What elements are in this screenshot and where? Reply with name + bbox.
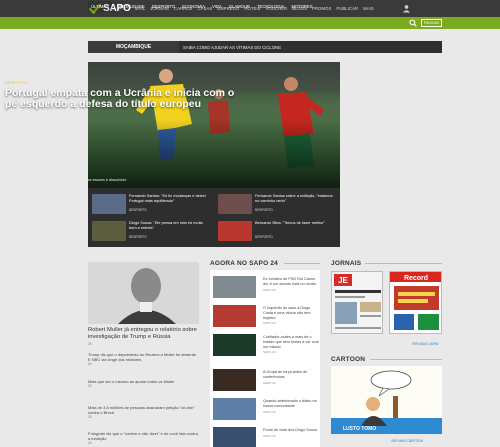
- related-source: DESPORTO: [255, 235, 273, 239]
- agora-thumb: [213, 398, 256, 420]
- agora-thumb: [213, 334, 256, 356]
- jornais-divider: [365, 263, 442, 264]
- cover-image: Record: [390, 272, 441, 333]
- user-icon[interactable]: [402, 4, 411, 13]
- mueller-item[interactable]: Trump diz que o depoimento do Reuters a …: [88, 352, 199, 367]
- agora-thumb: [213, 276, 256, 298]
- search-icon[interactable]: [409, 19, 417, 27]
- mueller-item[interactable]: Mais de 3,5 milhões de pessoas assinaram…: [88, 405, 199, 420]
- agora-item[interactable]: O Inquérito do caso à Diogo Costa é uma …: [213, 305, 319, 337]
- football-photo: [88, 62, 340, 188]
- related-source: DESPORTO: [129, 235, 147, 239]
- agora-item[interactable]: Quando selecionado o diabo na nossa comu…: [213, 398, 319, 430]
- hero-image[interactable]: [88, 62, 340, 188]
- related-card[interactable]: Fernando Santos sobre a exibição, "estam…: [214, 192, 338, 216]
- agora-title[interactable]: AGORA NO SAPO 24: [210, 260, 278, 267]
- related-card[interactable]: Fernando Santos: "Só fiz mudanças e deix…: [88, 192, 212, 216]
- nav-glamour[interactable]: GLAMOUR: [229, 4, 250, 9]
- related-card[interactable]: Diogo Sousa: "Ele pensa em mim foi muito…: [88, 219, 212, 243]
- mueller-item-text: Mais que ser o mesmo ao apoiar todos os …: [88, 379, 175, 384]
- related-source: DESPORTO: [255, 208, 273, 212]
- mueller-item-text: Trump diz que o depoimento do Reuters a …: [88, 352, 198, 362]
- mueller-photo[interactable]: [88, 262, 199, 324]
- mueller-headline-text: Robert Muller já entregou o relatório so…: [88, 327, 197, 340]
- agora-text: Ponto de vista dos Diogo Souza SAPO 24: [263, 428, 318, 438]
- related-card[interactable]: Bernardo Silva: "Temos de fazer melhor" …: [214, 219, 338, 243]
- strip-news[interactable]: SAIBA COMO AJUDAR AS VÍTIMAS DO CICLONE: [179, 41, 442, 53]
- mueller-item[interactable]: Fotógrafo diz que o "cortem e não dizer"…: [88, 431, 199, 446]
- related-thumb: [218, 194, 252, 214]
- pages-button[interactable]: PÁGINAS: [421, 19, 442, 27]
- agora-item[interactable]: Cubitador-codes a mais de o estado que s…: [213, 334, 319, 366]
- agora-item[interactable]: Ex-ministro de PSD Rui Castro diz: é um …: [213, 276, 319, 308]
- mueller-source: 24: [88, 342, 92, 346]
- agora-thumb: [213, 369, 256, 391]
- nav-ultimas[interactable]: ÚLTIMAS: [88, 0, 112, 12]
- topnav-promos[interactable]: PROMOS: [312, 6, 331, 11]
- more-covers-link[interactable]: VER MAIS CAPAS: [412, 342, 439, 346]
- agora-text: Quando selecionado o diabo na nossa comu…: [263, 399, 317, 414]
- related-text: Diogo Sousa: "Ele pensa em mim foi muito…: [129, 220, 203, 230]
- cartoon-caption: LUSTO TOMO: [343, 426, 376, 432]
- breaking-strip: MOÇAMBIQUE SAIBA COMO AJUDAR AS VÍTIMAS …: [88, 41, 442, 53]
- hero-title[interactable]: Portugal empata com a Ucrânia e inicia c…: [5, 88, 245, 110]
- related-text: Bernardo Silva: "Temos de fazer melhor": [255, 220, 326, 225]
- nav-economia[interactable]: ECONOMIA: [182, 4, 205, 9]
- nav-tecnologia[interactable]: TECNOLOGIA: [257, 4, 284, 9]
- related-text: Fernando Santos sobre a exibição, "estam…: [255, 193, 333, 203]
- nav-desporto[interactable]: DESPORTO: [152, 4, 175, 9]
- topnav-mais[interactable]: MAIS: [363, 6, 374, 11]
- cartoon-image[interactable]: LUSTO TOMO: [331, 366, 442, 434]
- section-nav-items: ÚLTIMAS ATUALIDADE DESPORTO ECONOMIA VID…: [88, 0, 313, 12]
- hero-kicker: DESPORTO: [5, 80, 28, 85]
- agora-text: O Inquérito do caso à Diogo Costa é uma …: [263, 306, 311, 326]
- cartoon-title[interactable]: CARTOON: [331, 356, 365, 363]
- cartoon-divider: [370, 359, 442, 360]
- nav-atualidade[interactable]: ATUALIDADE: [119, 4, 145, 9]
- mueller-item-text: Fotógrafo diz que o "cortem e não dizer"…: [88, 431, 198, 441]
- agora-text: Ex-ministro de PSD Rui Castro diz: é um …: [263, 277, 317, 292]
- agora-divider: [284, 263, 320, 264]
- related-thumb: [92, 221, 126, 241]
- related-source: DESPORTO: [129, 208, 147, 212]
- mueller-item-source: 24: [88, 415, 92, 419]
- mueller-item-source: 24: [88, 441, 92, 445]
- agora-list: Ex-ministro de PSD Rui Castro diz: é um …: [210, 270, 320, 447]
- agora-text: Cubitador-codes a mais de o estado que s…: [263, 335, 319, 355]
- topnav-publicar[interactable]: PUBLICAR: [336, 6, 358, 11]
- hero-subtitle: Seleção saiu em zero fora de jogo de uma…: [5, 177, 127, 182]
- more-cartoon-link[interactable]: VER MAIS CARTOON: [391, 439, 423, 443]
- mueller-item-source: 24: [88, 362, 92, 366]
- jornais-title[interactable]: JORNAIS: [331, 260, 361, 267]
- agora-item[interactable]: A Grupa de força antes de conferências SA…: [213, 369, 319, 401]
- nav-vida[interactable]: VIDA: [212, 4, 222, 9]
- agora-thumb: [213, 427, 256, 447]
- nav-motores[interactable]: MOTORES: [291, 4, 312, 9]
- mueller-item[interactable]: Mais que ser o mesmo ao apoiar todos os …: [88, 379, 199, 389]
- newspaper-cover-record[interactable]: Record: [389, 271, 442, 334]
- mueller-item-source: 24: [88, 384, 92, 388]
- agora-item[interactable]: Ponto de vista dos Diogo Souza SAPO 24: [213, 427, 319, 447]
- cartoon-drawing: LUSTO TOMO: [331, 366, 442, 434]
- cover-masthead: Record: [404, 275, 428, 282]
- portrait-image: [88, 262, 199, 324]
- mueller-item-text: Mais de 3,5 milhões de pessoas assinaram…: [88, 405, 195, 415]
- strip-label[interactable]: MOÇAMBIQUE: [88, 41, 179, 53]
- related-thumb: [218, 221, 252, 241]
- cover-image: JE: [332, 272, 382, 333]
- agora-text: A Grupa de força antes de conferências SA…: [263, 370, 308, 385]
- related-thumb: [92, 194, 126, 214]
- agora-thumb: [213, 305, 256, 327]
- mueller-headline[interactable]: Robert Muller já entregou o relatório so…: [88, 327, 199, 348]
- related-text: Fernando Santos: "Só fiz mudanças e deix…: [129, 193, 206, 203]
- newspaper-cover-je[interactable]: JE: [331, 271, 383, 334]
- related-thumbs: Fernando Santos: "Só fiz mudanças e deix…: [88, 188, 340, 247]
- cover-masthead: JE: [338, 276, 348, 285]
